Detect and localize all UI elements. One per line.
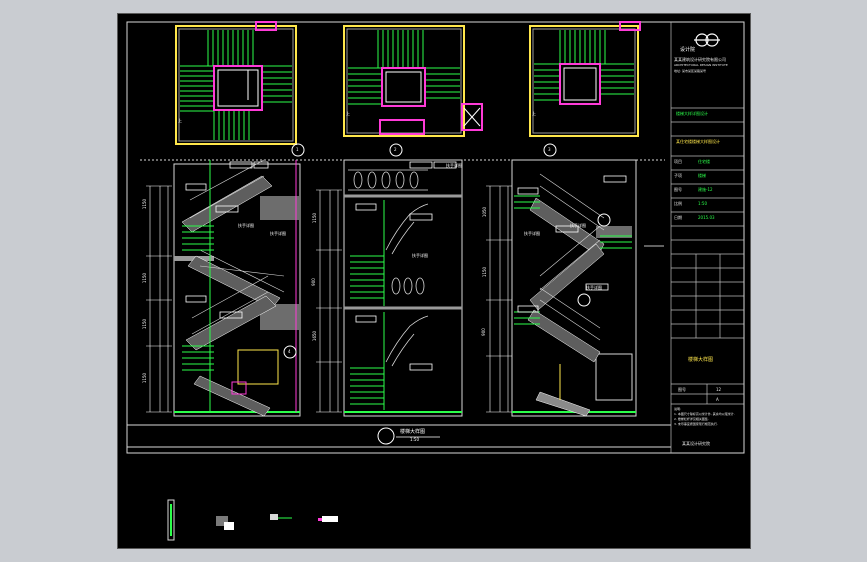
stair-plan-1 — [175, 21, 297, 145]
callout-handrail-3: 扶手详图 — [446, 163, 462, 168]
callout-handrail-1: 扶手详图 — [238, 223, 254, 228]
stair-section-2 — [343, 143, 463, 417]
callout-bubble-4: 4 — [288, 349, 291, 354]
note-3: 3. 未尽事宜按国家现行规范执行. — [674, 422, 718, 426]
callout-bubble-2: 2 — [394, 147, 397, 152]
field-value-1: 楼梯 — [698, 173, 706, 178]
stair-section-3 — [511, 143, 664, 417]
plan-1-up-label: 上 — [178, 118, 182, 123]
project-name: 某住宅楼楼梯大样图设计 — [676, 139, 720, 144]
sheet-no: 12 — [716, 387, 722, 392]
drawing-title: 楼梯大样图 — [688, 357, 714, 363]
note-0: 说明: — [674, 407, 682, 411]
logo-text: 设计院 — [680, 47, 696, 53]
field-label-0: 项目 — [674, 159, 682, 164]
field-value-4: 2015.03 — [698, 215, 715, 220]
cad-drawing-svg — [126, 21, 745, 541]
dim-right-5: 900 — [480, 328, 486, 336]
stair-plan-3 — [529, 21, 641, 137]
field-label-2: 图号 — [674, 187, 682, 192]
loose-blocks — [167, 499, 338, 541]
stair-section-1 — [173, 143, 305, 417]
dim-chain-section-1 — [146, 185, 172, 413]
field-value-3: 1:50 — [698, 201, 707, 206]
note-1: 1. 本图尺寸除标高以米计外, 其余均以毫米计. — [674, 412, 735, 416]
section-title: 楼梯大样图 — [400, 429, 426, 435]
section-scale: 1:50 — [410, 437, 419, 442]
plan-3-up-label: 上 — [532, 111, 536, 116]
field-label-3: 比例 — [674, 201, 682, 206]
company-line-2: ARCHITECTURAL DESIGN INSTITUTE — [674, 63, 728, 67]
callout-bubble-1: 1 — [296, 147, 299, 152]
callout-bubble-3: 3 — [548, 147, 551, 152]
callout-handrail-4: 扶手详图 — [412, 253, 428, 258]
plan-2-up-label: 上 — [346, 111, 350, 116]
field-label-1: 子项 — [674, 173, 682, 178]
dim-right-3: 1050 — [482, 206, 488, 218]
dim-left-4: 1150 — [142, 372, 148, 384]
callout-handrail-7: 扶手详图 — [524, 231, 540, 236]
sheet-no-label: 图号 — [678, 387, 686, 392]
dim-chain-section-2 — [316, 189, 342, 413]
callout-handrail-5: 扶手详图 — [570, 223, 586, 228]
section-marker — [377, 427, 395, 445]
company-line-3: 地址: 某市某区某路某号 — [674, 69, 706, 73]
field-label-4: 日期 — [674, 215, 682, 220]
dim-chain-section-3 — [486, 185, 512, 413]
footer-text: 某某设计研究院 — [682, 441, 710, 446]
dim-left-1: 1150 — [142, 198, 148, 210]
field-value-0: 住宅楼 — [698, 159, 710, 164]
dim-right-1: 900 — [310, 278, 316, 286]
project-label: 楼梯大样详图设计 — [676, 111, 708, 116]
dim-left-5: 1150 — [312, 212, 318, 224]
company-logo-icon — [694, 33, 720, 47]
dim-left-3: 1150 — [142, 318, 148, 330]
callout-handrail-2: 扶手详图 — [270, 231, 286, 236]
dim-left-2: 1150 — [142, 272, 148, 284]
callout-handrail-6: 扶手详图 — [586, 285, 602, 290]
stair-plan-2 — [343, 25, 483, 137]
company-line-1: 某某建筑设计研究院有限公司 — [674, 57, 726, 62]
dim-right-2: 1650 — [312, 330, 318, 342]
revision: A — [716, 397, 719, 402]
note-2: 2. 楼梯栏杆详见相关图集. — [674, 417, 709, 421]
field-value-2: 建施-12 — [698, 187, 713, 192]
dim-right-4: 1150 — [482, 266, 488, 278]
